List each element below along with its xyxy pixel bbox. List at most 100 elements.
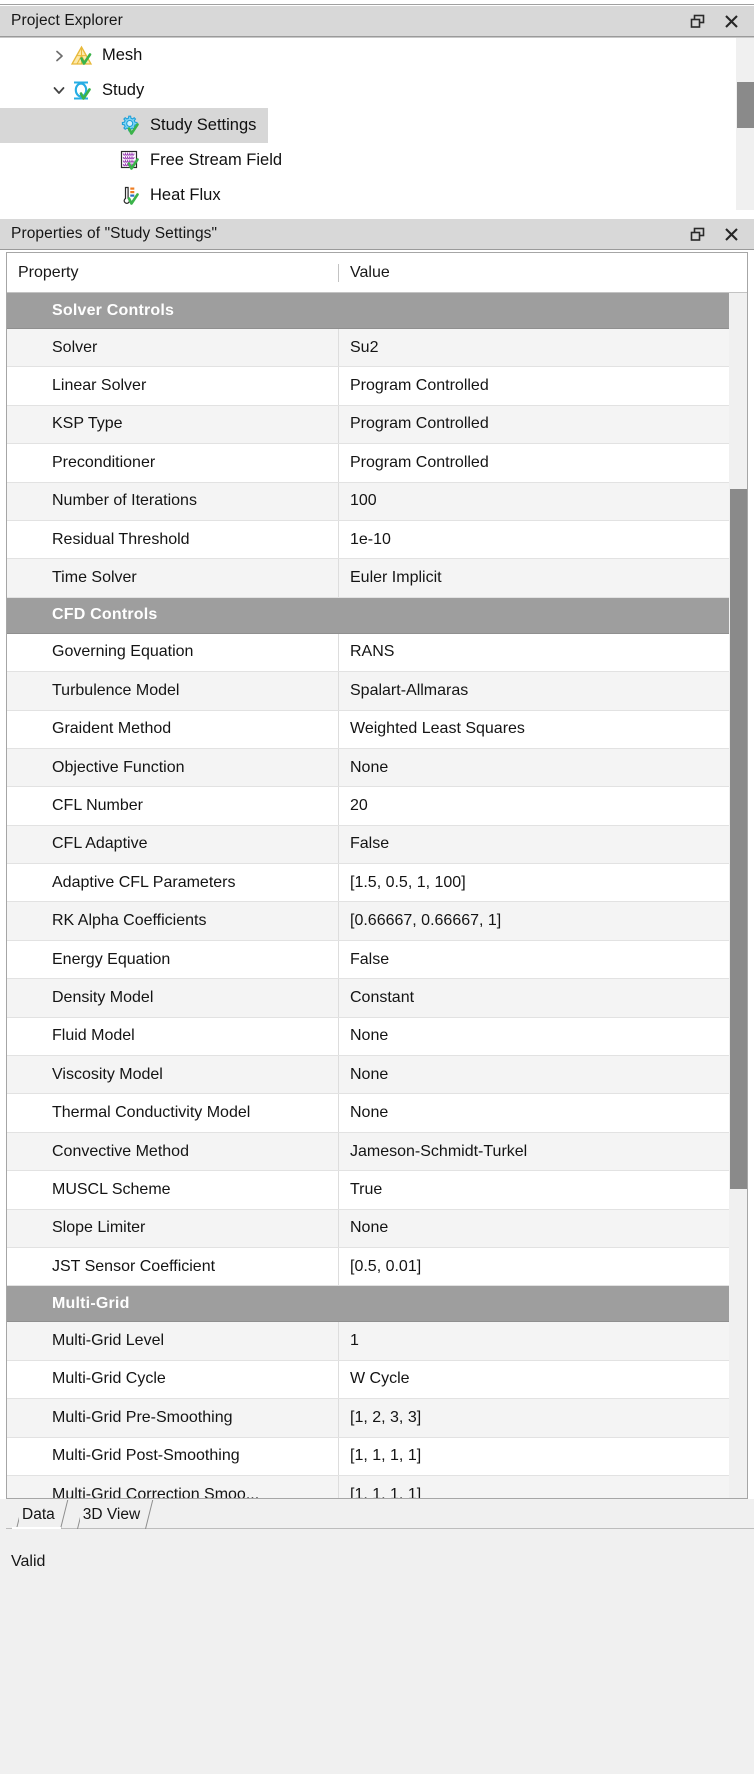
property-value-cell[interactable]: None: [339, 1210, 747, 1247]
table-row[interactable]: Turbulence ModelSpalart-Allmaras: [7, 672, 747, 710]
property-value-cell[interactable]: Program Controlled: [339, 367, 747, 404]
tree-item-mesh-hit[interactable]: Mesh: [0, 38, 154, 73]
tab-data[interactable]: Data: [6, 1500, 65, 1529]
table-row[interactable]: Convective MethodJameson-Schmidt-Turkel: [7, 1133, 747, 1171]
property-value-cell[interactable]: RANS: [339, 634, 747, 671]
properties-section-header[interactable]: Solver Controls: [7, 293, 747, 329]
property-value-cell[interactable]: [1, 1, 1, 1]: [339, 1476, 747, 1499]
property-value-cell[interactable]: None: [339, 1018, 747, 1055]
property-value-cell[interactable]: False: [339, 941, 747, 978]
table-row[interactable]: Multi-Grid Correction Smoo...[1, 1, 1, 1…: [7, 1476, 747, 1499]
table-row[interactable]: Residual Threshold1e-10: [7, 521, 747, 559]
section-header-label: Solver Controls: [7, 302, 174, 320]
property-value-cell[interactable]: Weighted Least Squares: [339, 711, 747, 748]
tab-3d-view[interactable]: 3D View: [67, 1500, 150, 1529]
property-value-cell[interactable]: True: [339, 1171, 747, 1208]
property-value-cell[interactable]: [1, 1, 1, 1]: [339, 1438, 747, 1475]
property-name-cell: Adaptive CFL Parameters: [7, 864, 339, 901]
property-name-cell: MUSCL Scheme: [7, 1171, 339, 1208]
property-value-cell[interactable]: 1: [339, 1322, 747, 1359]
table-row[interactable]: Energy EquationFalse: [7, 941, 747, 979]
property-name-cell: Linear Solver: [7, 367, 339, 404]
table-row[interactable]: Thermal Conductivity ModelNone: [7, 1094, 747, 1132]
property-value-cell[interactable]: [1, 2, 3, 3]: [339, 1399, 747, 1436]
table-row[interactable]: Multi-Grid Pre-Smoothing[1, 2, 3, 3]: [7, 1399, 747, 1437]
tree-item-study-hit[interactable]: Study: [0, 73, 156, 108]
table-row[interactable]: Slope LimiterNone: [7, 1210, 747, 1248]
property-value-cell[interactable]: 1e-10: [339, 521, 747, 558]
table-row[interactable]: KSP TypeProgram Controlled: [7, 406, 747, 444]
property-value-cell[interactable]: None: [339, 1056, 747, 1093]
table-row[interactable]: Multi-Grid Level1: [7, 1322, 747, 1360]
float-button[interactable]: [680, 220, 714, 248]
table-row[interactable]: SolverSu2: [7, 329, 747, 367]
property-value-cell[interactable]: Spalart-Allmaras: [339, 672, 747, 709]
table-row[interactable]: Viscosity ModelNone: [7, 1056, 747, 1094]
table-row[interactable]: Governing EquationRANS: [7, 634, 747, 672]
chevron-down-icon[interactable]: [48, 73, 70, 108]
explorer-scrollbar-thumb[interactable]: [737, 82, 754, 128]
table-row[interactable]: Time SolverEuler Implicit: [7, 559, 747, 597]
project-explorer-tree[interactable]: Mesh Study: [0, 37, 754, 210]
tree-item-mesh[interactable]: Mesh: [0, 38, 754, 73]
project-explorer-titlebar: Project Explorer: [0, 5, 754, 37]
property-value-cell[interactable]: 100: [339, 483, 747, 520]
table-row[interactable]: Fluid ModelNone: [7, 1018, 747, 1056]
property-value-cell[interactable]: Jameson-Schmidt-Turkel: [339, 1133, 747, 1170]
table-row[interactable]: PreconditionerProgram Controlled: [7, 444, 747, 482]
status-bar: Valid: [0, 1553, 754, 1571]
float-button[interactable]: [680, 7, 714, 35]
property-value-cell[interactable]: [1.5, 0.5, 1, 100]: [339, 864, 747, 901]
property-value-cell[interactable]: False: [339, 826, 747, 863]
tree-item-heat-flux-hit[interactable]: Heat Flux: [0, 178, 233, 210]
table-row[interactable]: Multi-Grid CycleW Cycle: [7, 1361, 747, 1399]
chevron-right-icon[interactable]: [48, 38, 70, 73]
close-button[interactable]: [714, 7, 748, 35]
property-value-cell[interactable]: Euler Implicit: [339, 559, 747, 596]
property-value-cell[interactable]: Constant: [339, 979, 747, 1016]
table-row[interactable]: CFL AdaptiveFalse: [7, 826, 747, 864]
properties-scrollbar[interactable]: [729, 293, 747, 1499]
property-value-cell[interactable]: Program Controlled: [339, 444, 747, 481]
properties-titlebar: Properties of "Study Settings": [0, 218, 754, 250]
column-header-property[interactable]: Property: [7, 264, 339, 282]
property-value-cell[interactable]: Su2: [339, 329, 747, 366]
restore-icon: [690, 227, 705, 242]
property-value-cell[interactable]: [0.5, 0.01]: [339, 1248, 747, 1285]
table-row[interactable]: Objective FunctionNone: [7, 749, 747, 787]
properties-section-header[interactable]: CFD Controls: [7, 598, 747, 634]
property-name-cell: Fluid Model: [7, 1018, 339, 1055]
property-value-cell[interactable]: W Cycle: [339, 1361, 747, 1398]
table-row[interactable]: Number of Iterations100: [7, 483, 747, 521]
table-row[interactable]: RK Alpha Coefficients[0.66667, 0.66667, …: [7, 902, 747, 940]
property-value-cell[interactable]: None: [339, 749, 747, 786]
table-row[interactable]: Adaptive CFL Parameters[1.5, 0.5, 1, 100…: [7, 864, 747, 902]
table-row[interactable]: Multi-Grid Post-Smoothing[1, 1, 1, 1]: [7, 1438, 747, 1476]
tab-edge-right: [142, 1500, 155, 1529]
tree-item-heat-flux[interactable]: Heat Flux: [0, 178, 754, 210]
property-name-cell: RK Alpha Coefficients: [7, 902, 339, 939]
close-button[interactable]: [714, 220, 748, 248]
table-row[interactable]: Density ModelConstant: [7, 979, 747, 1017]
property-value-cell[interactable]: None: [339, 1094, 747, 1131]
property-value-cell[interactable]: Program Controlled: [339, 406, 747, 443]
properties-grid-body[interactable]: Solver ControlsSolverSu2Linear SolverPro…: [7, 293, 747, 1499]
tree-item-study-settings[interactable]: Study Settings: [0, 108, 754, 143]
properties-scrollbar-thumb[interactable]: [730, 489, 747, 1189]
table-row[interactable]: Linear SolverProgram Controlled: [7, 367, 747, 405]
tree-item-study[interactable]: Study: [0, 73, 754, 108]
view-tabstrip[interactable]: Data3D View: [6, 1499, 754, 1529]
column-header-value[interactable]: Value: [339, 264, 747, 282]
properties-section-header[interactable]: Multi-Grid: [7, 1286, 747, 1322]
property-value-cell[interactable]: [0.66667, 0.66667, 1]: [339, 902, 747, 939]
table-row[interactable]: CFL Number20: [7, 787, 747, 825]
property-value-cell[interactable]: 20: [339, 787, 747, 824]
tree-item-free-stream-field[interactable]: Free Stream Field: [0, 143, 754, 178]
table-row[interactable]: JST Sensor Coefficient[0.5, 0.01]: [7, 1248, 747, 1286]
table-row[interactable]: MUSCL SchemeTrue: [7, 1171, 747, 1209]
tree-item-study-settings-hit[interactable]: Study Settings: [0, 108, 268, 143]
property-name-cell: Turbulence Model: [7, 672, 339, 709]
explorer-scrollbar[interactable]: [736, 38, 754, 210]
tree-item-free-stream-field-hit[interactable]: Free Stream Field: [0, 143, 294, 178]
table-row[interactable]: Graident MethodWeighted Least Squares: [7, 711, 747, 749]
